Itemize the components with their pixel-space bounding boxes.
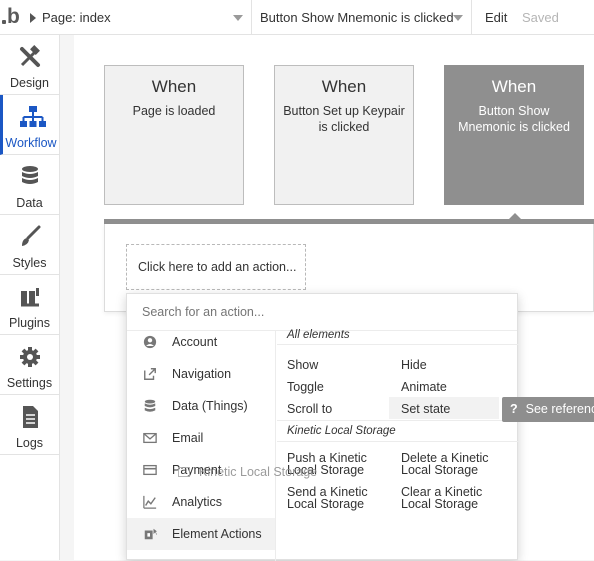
plug-icon <box>21 288 39 307</box>
event-dropdown[interactable]: Button Show Mnemonic is clicked <box>252 0 472 35</box>
section-header-kinetic-local-storage: Kinetic Local Storage <box>287 425 396 437</box>
element-actions-icon <box>144 528 157 540</box>
sidebar: Design Workflow Data Styles Plugins Sett… <box>0 35 60 560</box>
sidebar-item-settings[interactable]: Settings <box>0 335 59 395</box>
chevron-down-icon <box>233 15 243 21</box>
divider <box>277 420 519 421</box>
sidebar-item-label: Design <box>10 76 49 90</box>
category-label: Analytics <box>172 495 223 509</box>
category-label: Data (Things) <box>172 399 248 413</box>
sidebar-item-label: Plugins <box>9 316 50 330</box>
navigation-icon <box>144 368 156 380</box>
action-delete-kinetic-local-storage[interactable]: Delete a Kinetic Local Storage <box>401 452 501 477</box>
event-description: Button Show Mnemonic is clicked <box>458 104 570 134</box>
action-scroll-to[interactable]: Scroll to <box>287 403 332 416</box>
sidebar-item-label: Workflow <box>5 136 57 150</box>
category-label: Email <box>172 431 204 445</box>
sidebar-item-workflow[interactable]: Workflow <box>0 95 59 155</box>
sidebar-item-label: Styles <box>12 256 47 270</box>
payment-icon <box>143 464 157 476</box>
help-icon: ? <box>510 402 518 416</box>
action-animate[interactable]: Animate <box>401 381 447 394</box>
sidebar-item-styles[interactable]: Styles <box>0 215 59 275</box>
document-icon <box>23 406 38 428</box>
page-dropdown-label: Page: index <box>42 10 111 25</box>
category-analytics[interactable]: Analytics <box>127 486 275 518</box>
workflow-icon <box>20 106 46 127</box>
action-set-state[interactable]: Set state <box>389 397 499 419</box>
add-action-button[interactable]: Click here to add an action... <box>126 244 306 290</box>
category-label: Element Actions <box>172 527 262 541</box>
plugin-icon <box>178 467 190 477</box>
sidebar-item-data[interactable]: Data <box>0 155 59 215</box>
page-icon <box>30 12 36 23</box>
account-icon <box>143 335 157 349</box>
category-email[interactable]: Email <box>127 422 275 454</box>
category-navigation[interactable]: Navigation <box>127 358 275 390</box>
category-data-things[interactable]: Data (Things) <box>127 390 275 422</box>
drag-ghost: Kinetic Local Storage <box>178 465 317 479</box>
category-account[interactable]: Account <box>127 326 275 358</box>
divider <box>277 441 519 442</box>
event-dropdown-label: Button Show Mnemonic is clicked <box>260 10 454 25</box>
category-label: Navigation <box>172 367 232 381</box>
divider <box>277 344 519 345</box>
action-show[interactable]: Show <box>287 359 318 372</box>
edit-menu[interactable]: Edit <box>485 10 507 25</box>
gear-icon <box>20 347 40 367</box>
saved-status: Saved <box>522 10 559 25</box>
action-hide[interactable]: Hide <box>401 359 427 372</box>
bubble-logo[interactable]: b <box>2 6 22 28</box>
action-picker-popup: Account Navigation Data (Things) Email P… <box>126 293 519 561</box>
event-card-page-loaded[interactable]: When Page is loaded <box>104 65 244 205</box>
event-description: Button Set up Keypair is clicked <box>283 104 405 134</box>
action-clear-kinetic-local-storage[interactable]: Clear a Kinetic Local Storage <box>401 486 501 511</box>
email-icon <box>143 432 157 444</box>
event-card-setup-keypair[interactable]: When Button Set up Keypair is clicked <box>274 65 414 205</box>
sidebar-item-design[interactable]: Design <box>0 35 59 95</box>
action-categories: Account Navigation Data (Things) Email P… <box>127 331 276 561</box>
sidebar-item-label: Logs <box>15 436 44 450</box>
action-toggle[interactable]: Toggle <box>287 381 324 394</box>
page-dropdown[interactable]: Page: index <box>20 0 252 35</box>
database-icon <box>144 399 156 412</box>
sidebar-item-label: Data <box>16 196 43 210</box>
analytics-icon <box>143 495 157 509</box>
event-when-label: When <box>151 77 197 96</box>
brush-icon <box>22 225 41 246</box>
event-when-label: When <box>321 77 367 96</box>
event-when-label: When <box>491 77 537 96</box>
action-options: All elements Show Hide Toggle Animate Sc… <box>277 329 519 561</box>
see-reference-button[interactable]: ? See reference <box>502 397 594 422</box>
sidebar-item-plugins[interactable]: Plugins <box>0 275 59 335</box>
category-element-actions[interactable]: Element Actions <box>127 518 275 550</box>
action-search-input[interactable] <box>127 294 517 330</box>
event-card-show-mnemonic[interactable]: When Button Show Mnemonic is clicked <box>444 65 584 205</box>
top-bar: b Page: index Button Show Mnemonic is cl… <box>0 0 594 35</box>
data-icon <box>22 166 38 184</box>
design-icon <box>20 45 40 67</box>
drag-ghost-label: Kinetic Local Storage <box>199 465 318 479</box>
chevron-down-icon <box>453 15 463 21</box>
see-reference-label: See reference <box>525 402 594 416</box>
section-header-all-elements: All elements <box>287 329 350 341</box>
action-send-kinetic-local-storage[interactable]: Send a Kinetic Local Storage <box>287 486 387 511</box>
event-description: Page is loaded <box>132 104 216 118</box>
category-label: Account <box>172 335 218 349</box>
sidebar-item-label: Settings <box>6 376 53 390</box>
sidebar-item-logs[interactable]: Logs <box>0 395 59 455</box>
